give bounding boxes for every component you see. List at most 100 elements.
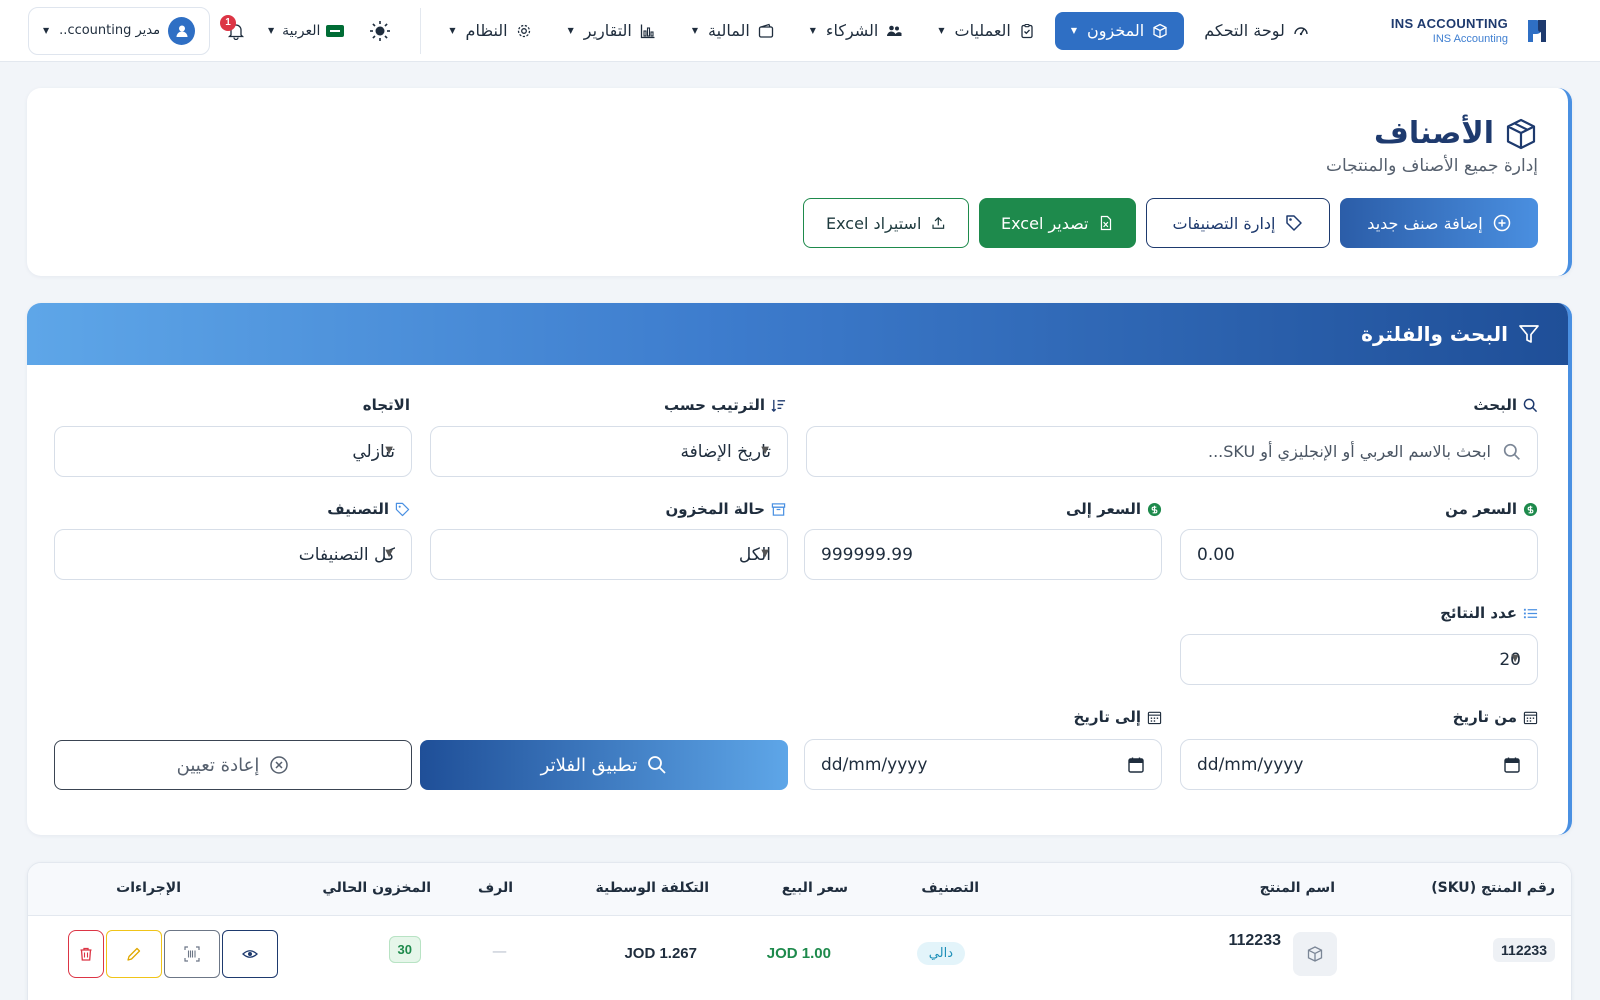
wallet-icon <box>758 23 773 38</box>
brand-subtitle: INS Accounting <box>1432 33 1508 45</box>
tag-icon <box>395 502 410 516</box>
notifications-button[interactable]: 1 <box>220 14 252 47</box>
category-select[interactable]: كل التصنيفات ▼ <box>54 529 412 580</box>
page-header-card: الأصناف إدارة جميع الأصناف والمنتجات إضا… <box>27 88 1572 276</box>
nav-reports[interactable]: التقارير ▼ <box>552 12 672 50</box>
top-navbar: INS ACCOUNTING INS Accounting لوحة التحك… <box>0 0 1600 62</box>
nav-inventory[interactable]: المخزون ▼ <box>1054 11 1185 50</box>
product-name[interactable]: 112233 <box>1228 932 1281 950</box>
sort-label: الترتيب حسب <box>664 396 786 414</box>
user-name: مدير ccounting... <box>59 23 161 38</box>
sort-icon <box>771 399 786 412</box>
search-input[interactable]: ابحث بالاسم العربي أو الإنجليزي أو SKU..… <box>806 426 1538 477</box>
page-subtitle: إدارة جميع الأصناف والمنتجات <box>1325 156 1538 176</box>
direction-select[interactable]: تنازلي ▼ <box>54 426 412 477</box>
results-count-select[interactable]: 20 ▼ <box>1180 634 1538 685</box>
nav-dashboard[interactable]: لوحة التحكم <box>1188 12 1325 50</box>
edit-button[interactable] <box>106 930 162 978</box>
shelf-value: — <box>492 942 507 960</box>
date-from-input[interactable]: dd/mm/yyyy <box>1180 739 1538 790</box>
th-name: اسم المنتج <box>1259 880 1335 896</box>
direction-label-text: الاتجاه <box>362 396 410 414</box>
brand[interactable]: INS ACCOUNTING INS Accounting <box>1390 15 1552 46</box>
search-label-text: البحث <box>1473 396 1517 414</box>
language-selector[interactable]: العربية ▼ <box>262 23 350 39</box>
th-sku: رقم المنتج (SKU) <box>1431 880 1555 896</box>
user-icon <box>176 25 188 37</box>
average-cost: 1.267 JOD <box>624 945 697 962</box>
search-label: البحث <box>1473 396 1538 414</box>
apply-filters-label: تطبيق الفلاتر <box>540 754 638 776</box>
table-row[interactable]: 112233 112233 دالي 1.00 JOD 1.267 JOD — … <box>28 916 1571 996</box>
date-to-input[interactable]: dd/mm/yyyy <box>804 739 1162 790</box>
sun-icon <box>370 20 391 41</box>
chevron-down-icon: ▼ <box>691 26 699 35</box>
manage-categories-button[interactable]: إدارة التصنيفات <box>1146 198 1330 248</box>
reset-filters-label: إعادة تعيين <box>176 754 260 776</box>
brand-name: INS ACCOUNTING <box>1390 16 1508 31</box>
chevron-down-icon: ▼ <box>43 26 50 35</box>
avatar <box>168 16 195 45</box>
date-from-label-text: من تاريخ <box>1452 708 1517 726</box>
items-table: رقم المنتج (SKU) اسم المنتج التصنيف سعر … <box>27 862 1572 1000</box>
chevron-down-icon: ▼ <box>567 26 574 35</box>
product-thumbnail <box>1293 932 1337 976</box>
export-excel-button[interactable]: تصدير Excel <box>979 198 1136 248</box>
nav-operations-label: العمليات <box>954 21 1011 40</box>
view-button[interactable] <box>222 930 278 978</box>
upload-icon <box>932 216 945 229</box>
th-price: سعر البيع <box>781 880 848 896</box>
date-to-placeholder: dd/mm/yyyy <box>821 754 928 775</box>
nav-operations[interactable]: العمليات ▼ <box>922 12 1051 50</box>
add-item-label: إضافة صنف جديد <box>1367 213 1483 233</box>
trash-icon <box>80 947 92 961</box>
money-icon <box>1523 502 1538 516</box>
price-to-value: 999999.99 <box>821 544 913 565</box>
calendar-icon <box>1147 711 1162 724</box>
manage-categories-label: إدارة التصنيفات <box>1172 213 1276 233</box>
user-menu-button[interactable]: مدير ccounting... ▼ <box>28 6 210 55</box>
direction-label: الاتجاه <box>363 396 410 414</box>
price-to-label: السعر إلى <box>1066 500 1162 518</box>
results-count-label: عدد النتائج <box>1440 604 1538 622</box>
funnel-icon <box>1519 325 1539 343</box>
add-item-button[interactable]: إضافة صنف جديد <box>1340 198 1538 248</box>
barcode-button[interactable] <box>164 930 220 978</box>
bar-chart-icon <box>640 24 655 38</box>
nav-inventory-label: المخزون <box>1087 21 1145 40</box>
language-label: العربية <box>282 22 321 39</box>
reset-filters-button[interactable]: إعادة تعيين <box>54 740 412 790</box>
nav-partners[interactable]: الشركاء ▼ <box>794 12 919 50</box>
category-label: التصنيف <box>327 500 410 518</box>
nav-partners-label: الشركاء <box>825 21 879 40</box>
import-excel-button[interactable]: استيراد Excel <box>803 198 969 248</box>
sort-select[interactable]: تاريخ الإضافة ▼ <box>430 426 788 477</box>
nav-system[interactable]: النظام ▼ <box>433 12 547 50</box>
nav-reports-label: التقارير <box>583 21 632 40</box>
price-to-input[interactable]: 999999.99 <box>804 529 1162 580</box>
price-to-label-text: السعر إلى <box>1065 500 1141 518</box>
filter-card: البحث والفلترة البحث الترتيب حسب الاتجاه… <box>27 303 1572 835</box>
box-icon <box>1506 118 1536 149</box>
sku-badge: 112233 <box>1493 938 1555 962</box>
box-icon <box>1307 946 1323 962</box>
stock-status-select[interactable]: الكل ▼ <box>430 529 788 580</box>
calendar-icon <box>1128 757 1144 773</box>
plus-circle-icon <box>1493 214 1510 232</box>
delete-button[interactable] <box>68 930 104 978</box>
tag-icon <box>1286 215 1303 231</box>
date-to-label: إلى تاريخ <box>1073 708 1162 726</box>
th-stock: المخزون الحالي <box>322 880 431 896</box>
close-circle-icon <box>270 756 289 774</box>
category-value: كل التصنيفات <box>298 544 395 565</box>
search-icon <box>1503 443 1520 460</box>
filter-title: البحث والفلترة <box>1361 322 1508 346</box>
import-excel-label: استيراد Excel <box>826 213 922 233</box>
price-from-input[interactable]: 0.00 <box>1180 529 1538 580</box>
apply-filters-button[interactable]: تطبيق الفلاتر <box>420 740 788 790</box>
nav-finance[interactable]: المالية ▼ <box>676 12 790 50</box>
date-to-label-text: إلى تاريخ <box>1073 708 1141 726</box>
theme-toggle-button[interactable] <box>360 11 400 51</box>
eye-icon <box>242 950 258 958</box>
notification-count-badge: 1 <box>220 14 236 31</box>
